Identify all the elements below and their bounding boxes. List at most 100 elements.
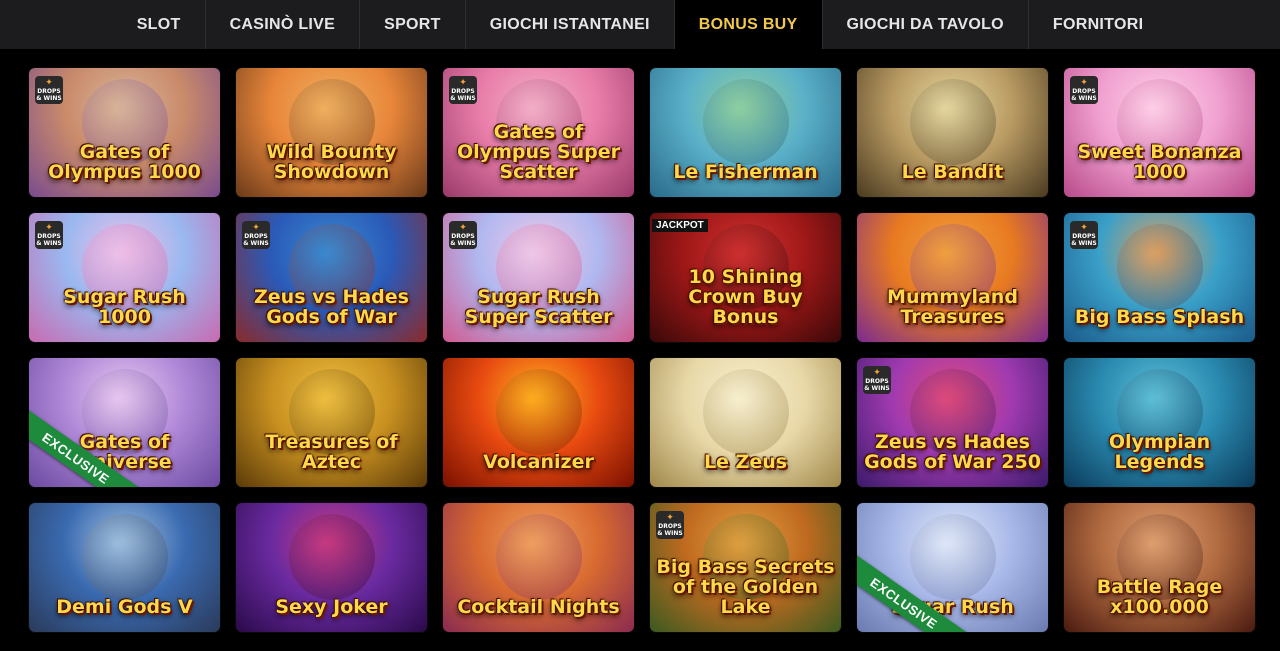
- game-title: Olympian Legends: [1108, 431, 1211, 474]
- game-tile[interactable]: Gates of Olympus 1000 ✦ DROPS & WINS: [29, 68, 220, 197]
- jackpot-badge: JACKPOT: [652, 219, 708, 232]
- sparkle-icon: ✦: [252, 222, 260, 233]
- sparkle-icon: ✦: [459, 77, 467, 88]
- game-title: Le Bandit: [901, 161, 1004, 184]
- game-title: Sugar Rush Super Scatter: [464, 286, 613, 329]
- badge-label: & WINS: [450, 94, 476, 102]
- game-artwork: [909, 79, 996, 166]
- sparkle-icon: ✦: [459, 222, 467, 233]
- game-artwork: [495, 369, 582, 456]
- game-tile[interactable]: Gates of Olympus Super Scatter ✦ DROPS & WI…: [443, 68, 634, 197]
- game-title: Le Fisherman: [673, 161, 818, 184]
- game-tile[interactable]: Demi Gods V: [29, 503, 220, 632]
- game-tile[interactable]: Sweet Bonanza 1000 ✦ DROPS & WINS: [1064, 68, 1255, 197]
- sparkle-icon: ✦: [45, 222, 53, 233]
- game-title: Sweet Bonanza 1000: [1077, 141, 1242, 184]
- game-tile[interactable]: Wild Bounty Showdown: [236, 68, 427, 197]
- game-title: Gates of Olympus 1000: [48, 141, 201, 184]
- game-tile[interactable]: Sexy Joker: [236, 503, 427, 632]
- badge-label: DROPS: [451, 87, 475, 95]
- badge-label: & WINS: [243, 239, 269, 247]
- badge-label: DROPS: [1072, 87, 1096, 95]
- badge-label: DROPS: [451, 232, 475, 240]
- nav-tab-casin-live[interactable]: CASINÒ LIVE: [204, 0, 360, 49]
- game-title: Gates of Olympus Super Scatter: [457, 121, 620, 184]
- game-tile[interactable]: Battle Rage x100.000: [1064, 503, 1255, 632]
- badge-label: & WINS: [1071, 94, 1097, 102]
- badge-label: & WINS: [864, 384, 890, 392]
- game-title: Demi Gods V: [56, 596, 193, 619]
- game-tile[interactable]: Sugar Rush 1000 ✦ DROPS & WINS: [29, 213, 220, 342]
- game-title: Cocktail Nights: [457, 596, 620, 619]
- game-tile[interactable]: Zeus vs Hades Gods of War ✦ DROPS & WINS: [236, 213, 427, 342]
- badge-label: & WINS: [36, 239, 62, 247]
- game-tile[interactable]: Le Zeus: [650, 358, 841, 487]
- game-title: Mummyland Treasures: [887, 286, 1018, 329]
- badge-label: & WINS: [657, 529, 683, 537]
- game-title: Sugar Rush 1000: [63, 286, 186, 329]
- drops-and-wins-badge: ✦ DROPS & WINS: [656, 511, 684, 539]
- game-tile[interactable]: Olympian Legends: [1064, 358, 1255, 487]
- badge-label: & WINS: [36, 94, 62, 102]
- game-title: 10 Shining Crown Buy Bonus: [688, 266, 803, 329]
- game-title: Big Bass Splash: [1074, 306, 1245, 329]
- game-artwork: [702, 369, 789, 456]
- game-tile[interactable]: Big Bass Secrets of the Golden Lake ✦ DROP…: [650, 503, 841, 632]
- game-artwork: [495, 514, 582, 601]
- game-artwork: [909, 514, 996, 601]
- game-title: Volcanizer: [483, 451, 594, 474]
- game-tile[interactable]: Le Fisherman: [650, 68, 841, 197]
- games-grid: Gates of Olympus 1000 ✦ DROPS & WINS Wild Bo…: [29, 68, 1255, 632]
- drops-and-wins-badge: ✦ DROPS & WINS: [449, 221, 477, 249]
- game-tile[interactable]: Le Bandit: [857, 68, 1048, 197]
- game-title: Sexy Joker: [275, 596, 388, 619]
- game-tile[interactable]: Sugar Rush Super Scatter ✦ DROPS & WINS: [443, 213, 634, 342]
- game-tile[interactable]: Zeus vs Hades Gods of War 250 ✦ DROPS & WIN…: [857, 358, 1048, 487]
- game-title: Zeus vs Hades Gods of War: [254, 286, 409, 329]
- game-artwork: [81, 514, 168, 601]
- badge-label: DROPS: [244, 232, 268, 240]
- game-tile[interactable]: Big Bass Splash ✦ DROPS & WINS: [1064, 213, 1255, 342]
- nav-tab-slot[interactable]: SLOT: [113, 0, 205, 49]
- game-artwork: [288, 514, 375, 601]
- badge-label: & WINS: [1071, 239, 1097, 247]
- badge-label: DROPS: [1072, 232, 1096, 240]
- drops-and-wins-badge: ✦ DROPS & WINS: [1070, 221, 1098, 249]
- sparkle-icon: ✦: [1080, 77, 1088, 88]
- sparkle-icon: ✦: [45, 77, 53, 88]
- drops-and-wins-badge: ✦ DROPS & WINS: [242, 221, 270, 249]
- game-tile[interactable]: Treasures of Aztec: [236, 358, 427, 487]
- game-title: Wild Bounty Showdown: [266, 141, 397, 184]
- nav-tab-giochi-da-tavolo[interactable]: GIOCHI DA TAVOLO: [821, 0, 1028, 49]
- nav-tab-giochi-istantanei[interactable]: GIOCHI ISTANTANEI: [464, 0, 674, 49]
- game-tile[interactable]: Mummyland Treasures: [857, 213, 1048, 342]
- badge-label: DROPS: [658, 522, 682, 530]
- game-title: Treasures of Aztec: [265, 431, 398, 474]
- game-tile[interactable]: Volcanizer: [443, 358, 634, 487]
- nav-tab-bonus-buy[interactable]: BONUS BUY: [673, 0, 822, 49]
- sparkle-icon: ✦: [1080, 222, 1088, 233]
- drops-and-wins-badge: ✦ DROPS & WINS: [449, 76, 477, 104]
- drops-and-wins-badge: ✦ DROPS & WINS: [35, 221, 63, 249]
- drops-and-wins-badge: ✦ DROPS & WINS: [35, 76, 63, 104]
- game-artwork: [1116, 224, 1203, 311]
- nav-tab-fornitori[interactable]: FORNITORI: [1027, 0, 1167, 49]
- game-title: Zeus vs Hades Gods of War 250: [864, 431, 1041, 474]
- badge-label: DROPS: [37, 87, 61, 95]
- sparkle-icon: ✦: [666, 512, 674, 523]
- nav-tab-sport[interactable]: SPORT: [359, 0, 465, 49]
- game-artwork: [702, 79, 789, 166]
- game-title: Battle Rage x100.000: [1096, 576, 1223, 619]
- badge-label: & WINS: [450, 239, 476, 247]
- game-tile[interactable]: Cocktail Nights: [443, 503, 634, 632]
- game-tile[interactable]: Gates of Universe EXCLUSIVE: [29, 358, 220, 487]
- drops-and-wins-badge: ✦ DROPS & WINS: [863, 366, 891, 394]
- drops-and-wins-badge: ✦ DROPS & WINS: [1070, 76, 1098, 104]
- badge-label: DROPS: [865, 377, 889, 385]
- game-tile[interactable]: Sugar Rush EXCLUSIVE: [857, 503, 1048, 632]
- sparkle-icon: ✦: [873, 367, 881, 378]
- game-title: Le Zeus: [703, 451, 788, 474]
- badge-label: DROPS: [37, 232, 61, 240]
- game-tile[interactable]: 10 Shining Crown Buy Bonus JACKPOT: [650, 213, 841, 342]
- game-title: Big Bass Secrets of the Golden Lake: [656, 556, 835, 619]
